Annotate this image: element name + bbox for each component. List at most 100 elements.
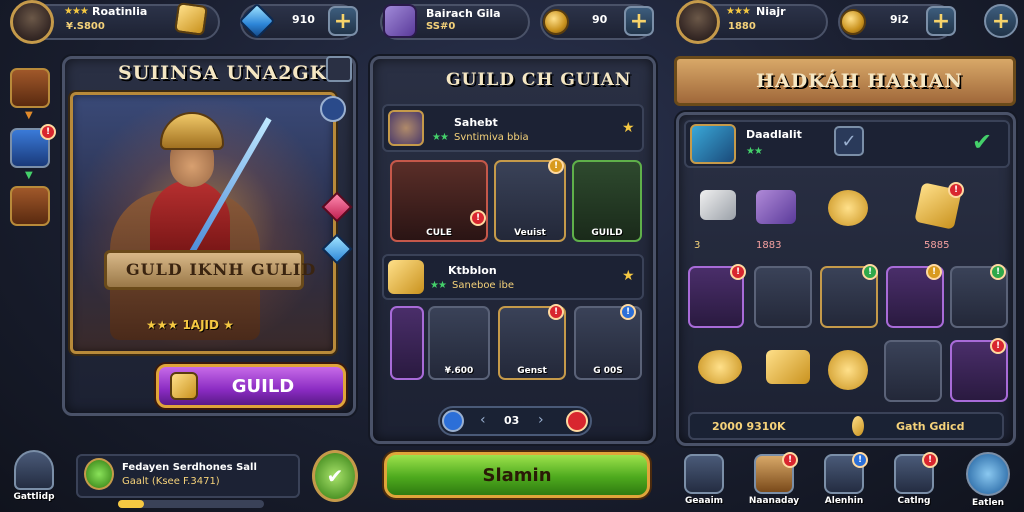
featured-icon <box>690 124 736 164</box>
gold-bars-icon[interactable] <box>766 350 810 384</box>
nav-item-1-label: Geaaim <box>684 496 724 506</box>
pager-prev-button[interactable] <box>442 410 464 432</box>
arrow-down-icon: ▼ <box>25 110 33 121</box>
side-attack-button[interactable] <box>10 68 50 108</box>
member-2-stars: ★★ <box>430 280 447 291</box>
nav-item-1[interactable]: Geaaim <box>676 454 732 506</box>
guild-panel-title: GUILD CH GUIAN <box>446 70 632 90</box>
slot-guild-label: GUILD <box>591 228 623 238</box>
globe-icon <box>966 452 1010 496</box>
coin-icon-2 <box>840 9 866 35</box>
hero-panel-corner <box>326 56 352 82</box>
daily-footer-right: Gath Gdicd <box>896 420 965 433</box>
player-gold: ¥.S800 <box>66 21 105 32</box>
quest-progress-fill <box>118 500 145 508</box>
nav-item-4-badge: ! <box>922 452 938 468</box>
player2-sub: 1880 <box>728 21 756 32</box>
slot-cule-label: CULE <box>426 228 452 238</box>
slot-helmet-label: Genst <box>517 366 547 376</box>
featured-check-box[interactable]: ✓ <box>834 126 864 156</box>
row1-label-1: 1883 <box>756 240 782 251</box>
add-gems-button[interactable]: + <box>328 6 358 36</box>
daily-slot-1-badge: ! <box>730 264 746 280</box>
add-coins-button[interactable]: + <box>624 6 654 36</box>
daily-panel-title: HADKÁH HARIAN <box>756 70 963 92</box>
guild-name: Bairach Gila <box>426 7 501 20</box>
guild-subtitle: SS#0 <box>426 21 456 32</box>
daily-slot-2[interactable] <box>754 266 812 328</box>
slot-veuist-label: Veuist <box>514 228 546 238</box>
daily-slot-7-badge: ! <box>990 338 1006 354</box>
nav-item-5[interactable]: Eatlen <box>960 452 1016 508</box>
coin-icon <box>543 9 569 35</box>
check-icon[interactable]: ✔ <box>972 128 992 156</box>
coin-pile-icon[interactable] <box>828 350 868 390</box>
daily-slot-4-badge: ! <box>926 264 942 280</box>
slot-cule-badge: ! <box>470 210 486 226</box>
chevron-left-icon[interactable]: ‹ <box>480 412 486 428</box>
member-1-name: Sahebt <box>454 116 498 129</box>
nav-left-label: Gattlidp <box>13 492 55 502</box>
coin-count: 90 <box>592 13 608 26</box>
add-more-button[interactable]: + <box>984 4 1018 38</box>
row1-label-0: 3 <box>694 240 700 251</box>
pager-value: 03 <box>504 414 520 427</box>
chevron-right-icon[interactable]: › <box>538 412 544 428</box>
guild-shield-icon <box>170 372 198 400</box>
nav-item-5-label: Eatlen <box>971 498 1005 508</box>
add-coins-button-2[interactable]: + <box>926 6 956 36</box>
amulet-badge: ! <box>948 182 964 198</box>
slot-hero-2[interactable] <box>390 306 424 380</box>
house-icon <box>14 450 54 490</box>
quest-sub: Gaalt (Ksee F.3471) <box>122 476 220 487</box>
coins-stack-icon[interactable] <box>828 190 868 226</box>
member-2-name: Ktbblon <box>448 264 497 277</box>
nav-left-button[interactable]: Gattlidp <box>6 450 62 502</box>
player2-avatar[interactable] <box>676 0 720 44</box>
start-button[interactable]: Slamin <box>384 452 650 498</box>
side-quest-button[interactable] <box>10 186 50 226</box>
gold-drop-icon <box>852 416 864 436</box>
scroll-icon[interactable] <box>700 190 736 220</box>
daily-slot-3-badge: ! <box>862 264 878 280</box>
arrow-down-icon-2: ▼ <box>25 170 33 181</box>
quest-check-button[interactable]: ✔ <box>312 450 358 502</box>
coin-count-2: 9i2 <box>890 13 910 26</box>
hero-rank: ★★★ 1AJID ★ <box>146 318 234 332</box>
member-1-stars: ★★ <box>432 132 449 143</box>
slot-chest-badge: ! <box>620 304 636 320</box>
quest-icon <box>84 458 114 490</box>
daily-slot-6[interactable] <box>884 340 942 402</box>
player-name: Roatinlia <box>92 5 148 18</box>
hero-banner-text: GULD IKNH GULID <box>126 260 317 279</box>
member-1-avatar <box>388 110 424 146</box>
skill-badge: ! <box>40 124 56 140</box>
hero-info-button[interactable] <box>320 96 346 122</box>
chest-icon[interactable] <box>756 190 796 224</box>
daily-slot-5-badge: ! <box>990 264 1006 280</box>
player-avatar[interactable] <box>10 0 54 44</box>
slot-helmet-badge: ! <box>548 304 564 320</box>
player2-stars: ★★★ <box>726 6 751 17</box>
daily-footer-left: 2000 9310K <box>712 420 786 433</box>
player-stars: ★★★ <box>64 6 89 17</box>
player2-name: Niajr <box>756 5 786 18</box>
quest-title: Fedayen Serdhones Sall <box>122 462 257 473</box>
gold-coins-icon[interactable] <box>698 350 742 384</box>
gem-count: 910 <box>292 13 315 26</box>
member-2-sub: Saneboe ibe <box>452 280 515 291</box>
pager-next-button[interactable] <box>566 410 588 432</box>
slot-weapon-label: ¥.600 <box>444 366 474 376</box>
hero-panel-title: SUIINSA UNA2GK <box>118 62 328 84</box>
member-2-star-icon: ★ <box>622 268 635 284</box>
member-1-sub: Svntimiva bbia <box>454 132 529 143</box>
row1-label-3: 5885 <box>924 240 950 251</box>
member-1-star-icon: ★ <box>622 120 635 136</box>
slot-veuist-badge: ! <box>548 158 564 174</box>
slot-chest-label: G 00S <box>593 366 623 376</box>
nav-item-3-badge: ! <box>852 452 868 468</box>
nav-item-2-badge: ! <box>782 452 798 468</box>
start-button-label: Slamin <box>482 464 552 486</box>
nav-item-4-label: Catlng <box>897 496 931 506</box>
gold-cube-icon <box>174 2 208 36</box>
